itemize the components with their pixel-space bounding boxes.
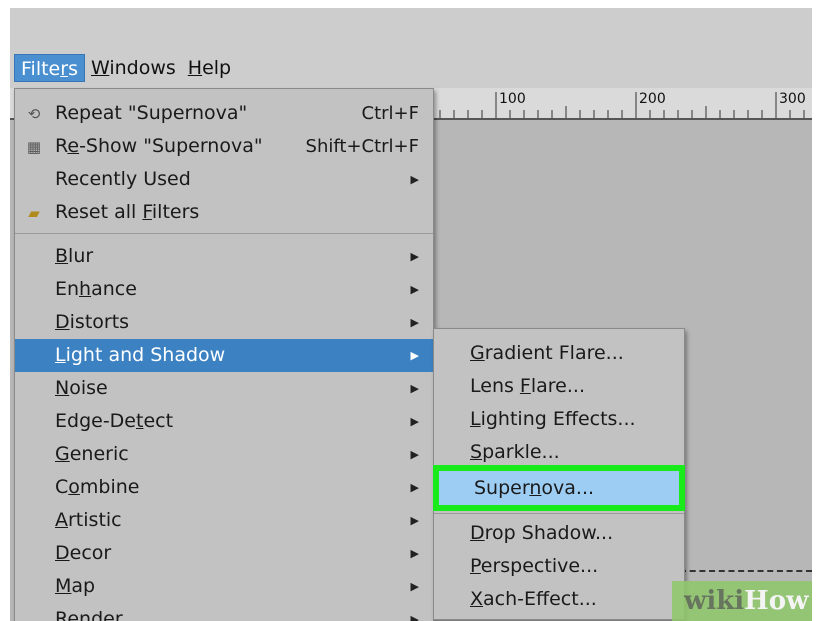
shortcut-label: Ctrl+F: [361, 103, 419, 124]
watermark-text-how: How: [744, 586, 809, 616]
menu-item-artistic[interactable]: Artistic ▶: [15, 504, 433, 537]
menu-separator: [434, 513, 684, 514]
menu-item-edge-detect[interactable]: Edge-Detect ▶: [15, 405, 433, 438]
menu-item-recently-used[interactable]: Recently Used ▶: [15, 163, 433, 196]
menu-item-combine[interactable]: Combine ▶: [15, 471, 433, 504]
menu-item-label: Blur: [55, 245, 94, 267]
menu-filters-mnemonic: r: [60, 58, 69, 80]
menu-item-label: Light and Shadow: [55, 344, 226, 366]
menu-item-gradient-flare[interactable]: Gradient Flare...: [434, 337, 684, 370]
menu-filters-text-a: Filte: [21, 58, 61, 80]
menu-item-label: Recently Used: [55, 168, 191, 190]
menu-help-mnemonic: H: [187, 57, 203, 79]
menu-item-label: Lighting Effects...: [470, 408, 636, 430]
menu-item-label: Enhance: [55, 278, 137, 300]
ruler-label-200: 200: [639, 91, 666, 107]
menu-item-drop-shadow[interactable]: Drop Shadow...: [434, 517, 684, 550]
submenu-arrow-icon: ▶: [410, 349, 419, 362]
submenu-arrow-icon: ▶: [410, 173, 419, 186]
menu-item-label: Distorts: [55, 311, 130, 333]
menu-bar: Filters Windows Help: [10, 8, 812, 88]
wikihow-watermark: wikiHow: [672, 581, 812, 621]
menu-windows-text-b: indows: [109, 57, 176, 79]
submenu-arrow-icon: ▶: [410, 580, 419, 593]
reset-icon: ▰: [28, 204, 40, 222]
menu-item-noise[interactable]: Noise ▶: [15, 372, 433, 405]
ruler-label-300: 300: [779, 91, 806, 107]
menu-item-repeat-supernova[interactable]: ⟲ Repeat "Supernova" Ctrl+F: [15, 97, 433, 130]
gimp-window: Filters Windows Help 100 200 300 ⟲ Repea…: [10, 8, 812, 621]
menu-item-reset-all-filters[interactable]: ▰ Reset all Filters: [15, 196, 433, 229]
repeat-icon: ⟲: [27, 105, 41, 123]
menu-item-perspective[interactable]: Perspective...: [434, 550, 684, 583]
menu-item-label: Combine: [55, 476, 140, 498]
menu-item-label: Reset all Filters: [55, 201, 200, 223]
light-and-shadow-submenu: Gradient Flare... Lens Flare... Lighting…: [433, 328, 685, 620]
submenu-arrow-icon: ▶: [410, 481, 419, 494]
menu-windows[interactable]: Windows: [85, 54, 182, 82]
menu-item-label: Supernova...: [474, 477, 595, 499]
menu-item-label: Repeat "Supernova": [55, 102, 248, 124]
menu-help-text-b: elp: [202, 57, 232, 79]
menu-item-enhance[interactable]: Enhance ▶: [15, 273, 433, 306]
menu-windows-mnemonic: W: [90, 57, 110, 79]
menu-item-supernova[interactable]: Supernova...: [433, 465, 685, 511]
watermark-text-wiki: wiki: [684, 586, 745, 616]
menu-filters[interactable]: Filters: [14, 54, 85, 82]
menu-item-render[interactable]: Render ▶: [15, 603, 433, 621]
menu-item-blur[interactable]: Blur ▶: [15, 240, 433, 273]
menu-item-label: Gradient Flare...: [470, 342, 624, 364]
submenu-arrow-icon: ▶: [410, 283, 419, 296]
menu-item-label: Perspective...: [470, 555, 599, 577]
submenu-arrow-icon: ▶: [410, 613, 419, 621]
menu-item-generic[interactable]: Generic ▶: [15, 438, 433, 471]
menu-item-label: Re-Show "Supernova": [55, 135, 263, 157]
menu-item-reshow-supernova[interactable]: ▦ Re-Show "Supernova" Shift+Ctrl+F: [15, 130, 433, 163]
menu-item-lighting-effects[interactable]: Lighting Effects...: [434, 403, 684, 436]
menu-item-lens-flare[interactable]: Lens Flare...: [434, 370, 684, 403]
menu-separator: [15, 233, 433, 234]
menu-item-label: Generic: [55, 443, 129, 465]
menu-item-label: Drop Shadow...: [470, 522, 614, 544]
shortcut-label: Shift+Ctrl+F: [305, 136, 419, 157]
menu-item-label: Artistic: [55, 509, 122, 531]
filters-menu: ⟲ Repeat "Supernova" Ctrl+F ▦ Re-Show "S…: [14, 88, 434, 621]
submenu-arrow-icon: ▶: [410, 382, 419, 395]
menu-item-light-and-shadow[interactable]: Light and Shadow ▶: [15, 339, 433, 372]
submenu-arrow-icon: ▶: [410, 316, 419, 329]
menu-item-decor[interactable]: Decor ▶: [15, 537, 433, 570]
menu-item-label: Map: [55, 575, 96, 597]
menu-item-sparkle[interactable]: Sparkle...: [434, 436, 684, 469]
menu-item-label: Decor: [55, 542, 112, 564]
ruler-label-100: 100: [499, 91, 526, 107]
menu-item-label: Edge-Detect: [55, 410, 174, 432]
menu-item-label: Render: [55, 608, 123, 621]
menu-item-label: Lens Flare...: [470, 375, 585, 397]
submenu-arrow-icon: ▶: [410, 448, 419, 461]
submenu-arrow-icon: ▶: [410, 547, 419, 560]
menu-item-map[interactable]: Map ▶: [15, 570, 433, 603]
selection-marquee: [680, 570, 812, 572]
menu-item-label: Sparkle...: [470, 441, 560, 463]
reshow-icon: ▦: [26, 138, 42, 156]
submenu-arrow-icon: ▶: [410, 415, 419, 428]
submenu-arrow-icon: ▶: [410, 250, 419, 263]
menu-item-distorts[interactable]: Distorts ▶: [15, 306, 433, 339]
menu-help[interactable]: Help: [182, 54, 237, 82]
menu-item-xach-effect[interactable]: Xach-Effect...: [434, 583, 684, 616]
menu-filters-text-b: s: [68, 58, 78, 80]
menu-item-label: Xach-Effect...: [470, 588, 597, 610]
submenu-arrow-icon: ▶: [410, 514, 419, 527]
menu-item-label: Noise: [55, 377, 108, 399]
